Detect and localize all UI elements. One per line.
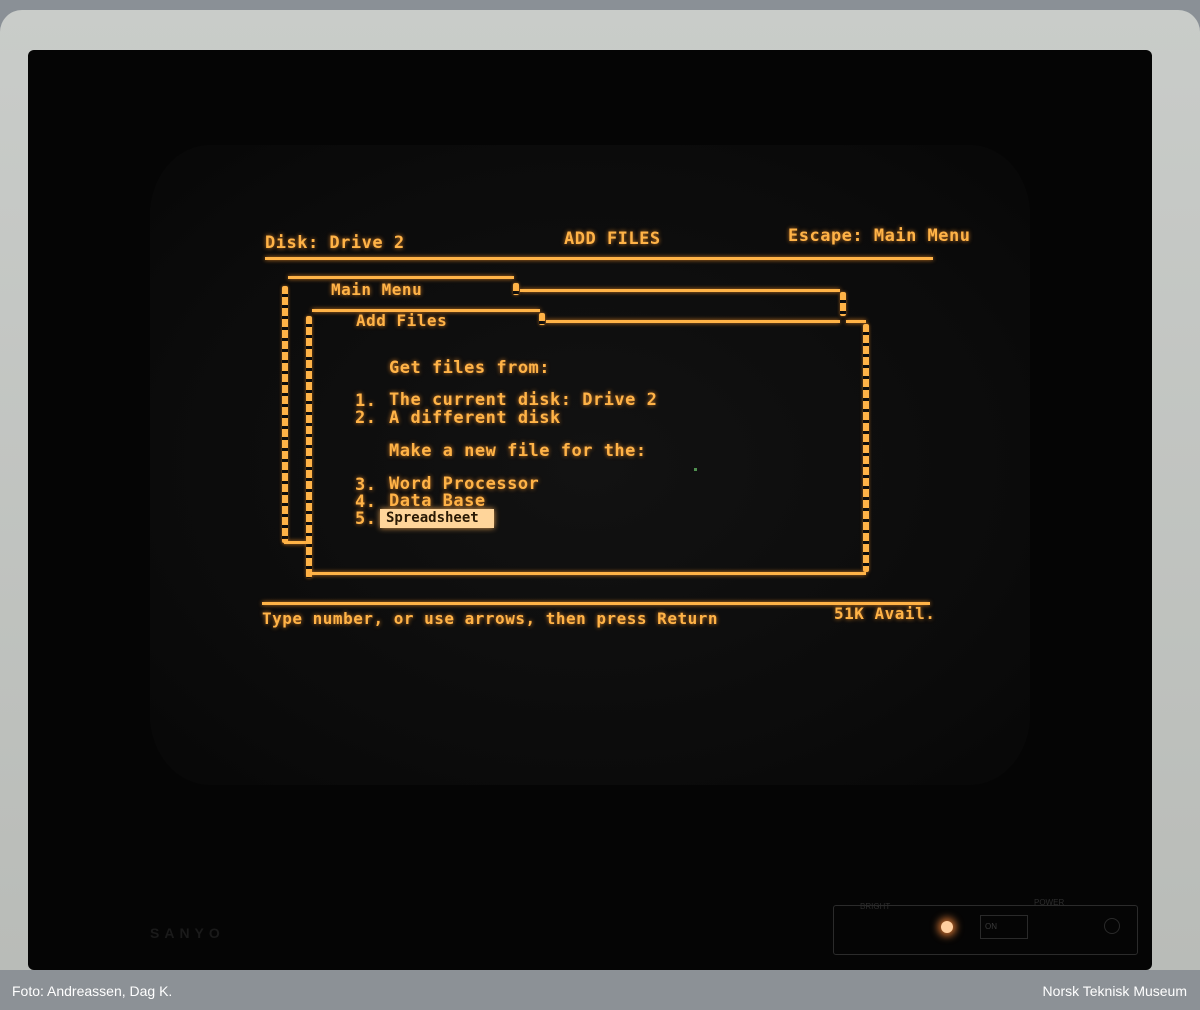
memory-available: 51K Avail. bbox=[834, 604, 936, 623]
main-menu-window-title[interactable]: Main Menu bbox=[331, 280, 422, 299]
photo-caption-bar: Foto: Andreassen, Dag K. Norsk Teknisk M… bbox=[0, 970, 1200, 1010]
footer-divider bbox=[262, 602, 930, 605]
power-switch[interactable]: ON bbox=[980, 915, 1028, 939]
get-files-heading: Get files from: bbox=[389, 358, 551, 378]
selected-menu-item-label: Spreadsheet bbox=[380, 509, 494, 528]
instructions-text: Type number, or use arrows, then press R… bbox=[262, 609, 718, 628]
main-menu-window-bottom bbox=[284, 541, 306, 544]
menu-item-label: A different disk bbox=[389, 408, 561, 428]
add-files-window-top-right bbox=[546, 320, 840, 323]
power-label: POWER bbox=[1034, 898, 1065, 907]
escape-hint[interactable]: Escape: Main Menu bbox=[788, 226, 971, 246]
add-files-window-top-corner bbox=[846, 320, 866, 323]
main-menu-window-top bbox=[288, 276, 514, 279]
main-menu-window-tab-edge bbox=[513, 283, 519, 295]
power-led-icon bbox=[941, 921, 953, 933]
make-new-file-heading: Make a new file for the: bbox=[389, 441, 647, 461]
menu-item-label: The current disk: Drive 2 bbox=[389, 390, 658, 410]
photo-credit: Foto: Andreassen, Dag K. bbox=[12, 983, 173, 999]
bright-label: BRIGHT bbox=[860, 902, 891, 911]
add-files-window-bottom bbox=[310, 572, 866, 575]
main-menu-window-right-edge bbox=[840, 292, 846, 316]
menu-item-number: 2. bbox=[355, 408, 377, 428]
screen-title: ADD FILES bbox=[564, 229, 661, 249]
screen-cursor bbox=[694, 468, 697, 471]
main-menu-window-left-edge bbox=[282, 286, 288, 543]
disk-label: Disk: Drive 2 bbox=[265, 233, 405, 253]
museum-name: Norsk Teknisk Museum bbox=[1042, 983, 1187, 999]
power-switch-label: ON bbox=[985, 922, 997, 931]
header-divider bbox=[265, 257, 933, 260]
monitor-brand-logo: SANYO bbox=[150, 925, 225, 941]
bright-knob-icon[interactable] bbox=[1104, 918, 1120, 934]
main-menu-window-top-right bbox=[520, 289, 840, 292]
menu-item-number: 5. bbox=[355, 509, 377, 529]
add-files-window-tab-edge bbox=[539, 313, 545, 325]
add-files-window-title: Add Files bbox=[356, 311, 448, 330]
add-files-window-right-edge bbox=[863, 324, 869, 572]
menu-item-label: Data Base bbox=[389, 491, 486, 511]
add-files-window-left-edge bbox=[306, 316, 312, 578]
